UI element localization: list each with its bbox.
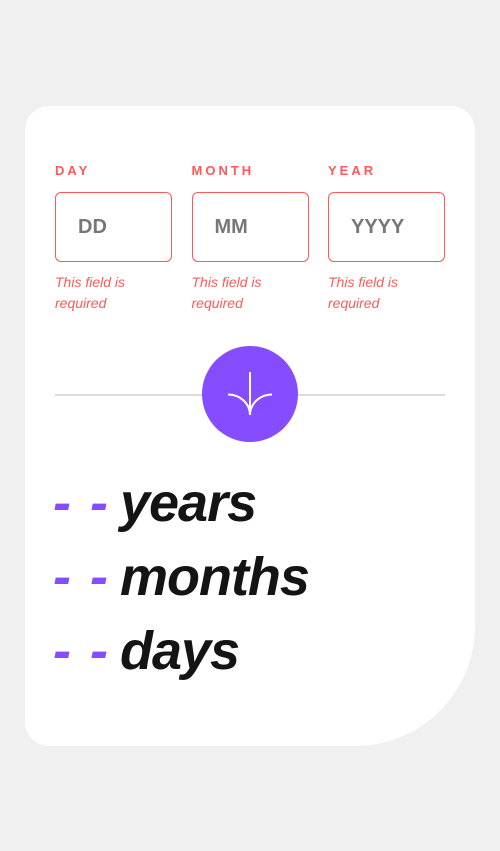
years-unit: years: [119, 473, 257, 533]
year-input[interactable]: [328, 192, 445, 262]
calculate-button[interactable]: [202, 346, 298, 442]
years-result: - - years: [53, 466, 309, 540]
month-field-group: MONTH This field is required: [191, 163, 309, 314]
results-panel: - - years - - months - - days: [53, 466, 310, 688]
days-result: - - days: [53, 614, 309, 688]
day-error-message: This field is required: [55, 274, 126, 311]
age-calculator-card: DAY This field is required MONTH This fi…: [25, 106, 475, 746]
months-unit: months: [119, 547, 310, 607]
date-input-group: DAY This field is required MONTH This fi…: [55, 163, 445, 314]
arrow-down-icon: [227, 372, 273, 416]
months-result: - - months: [53, 540, 310, 614]
day-input[interactable]: [55, 192, 172, 262]
days-value: - -: [53, 621, 110, 681]
year-label: YEAR: [328, 163, 377, 178]
months-value: - -: [53, 547, 110, 607]
year-field-group: YEAR This field is required: [328, 163, 445, 314]
years-value: - -: [53, 473, 110, 533]
year-error-message: This field is required: [328, 274, 399, 311]
day-label: DAY: [55, 163, 91, 178]
day-field-group: DAY This field is required: [55, 163, 172, 314]
month-label: MONTH: [191, 163, 255, 178]
month-error-message: This field is required: [191, 274, 262, 311]
days-unit: days: [119, 621, 240, 681]
month-input[interactable]: [191, 192, 309, 262]
